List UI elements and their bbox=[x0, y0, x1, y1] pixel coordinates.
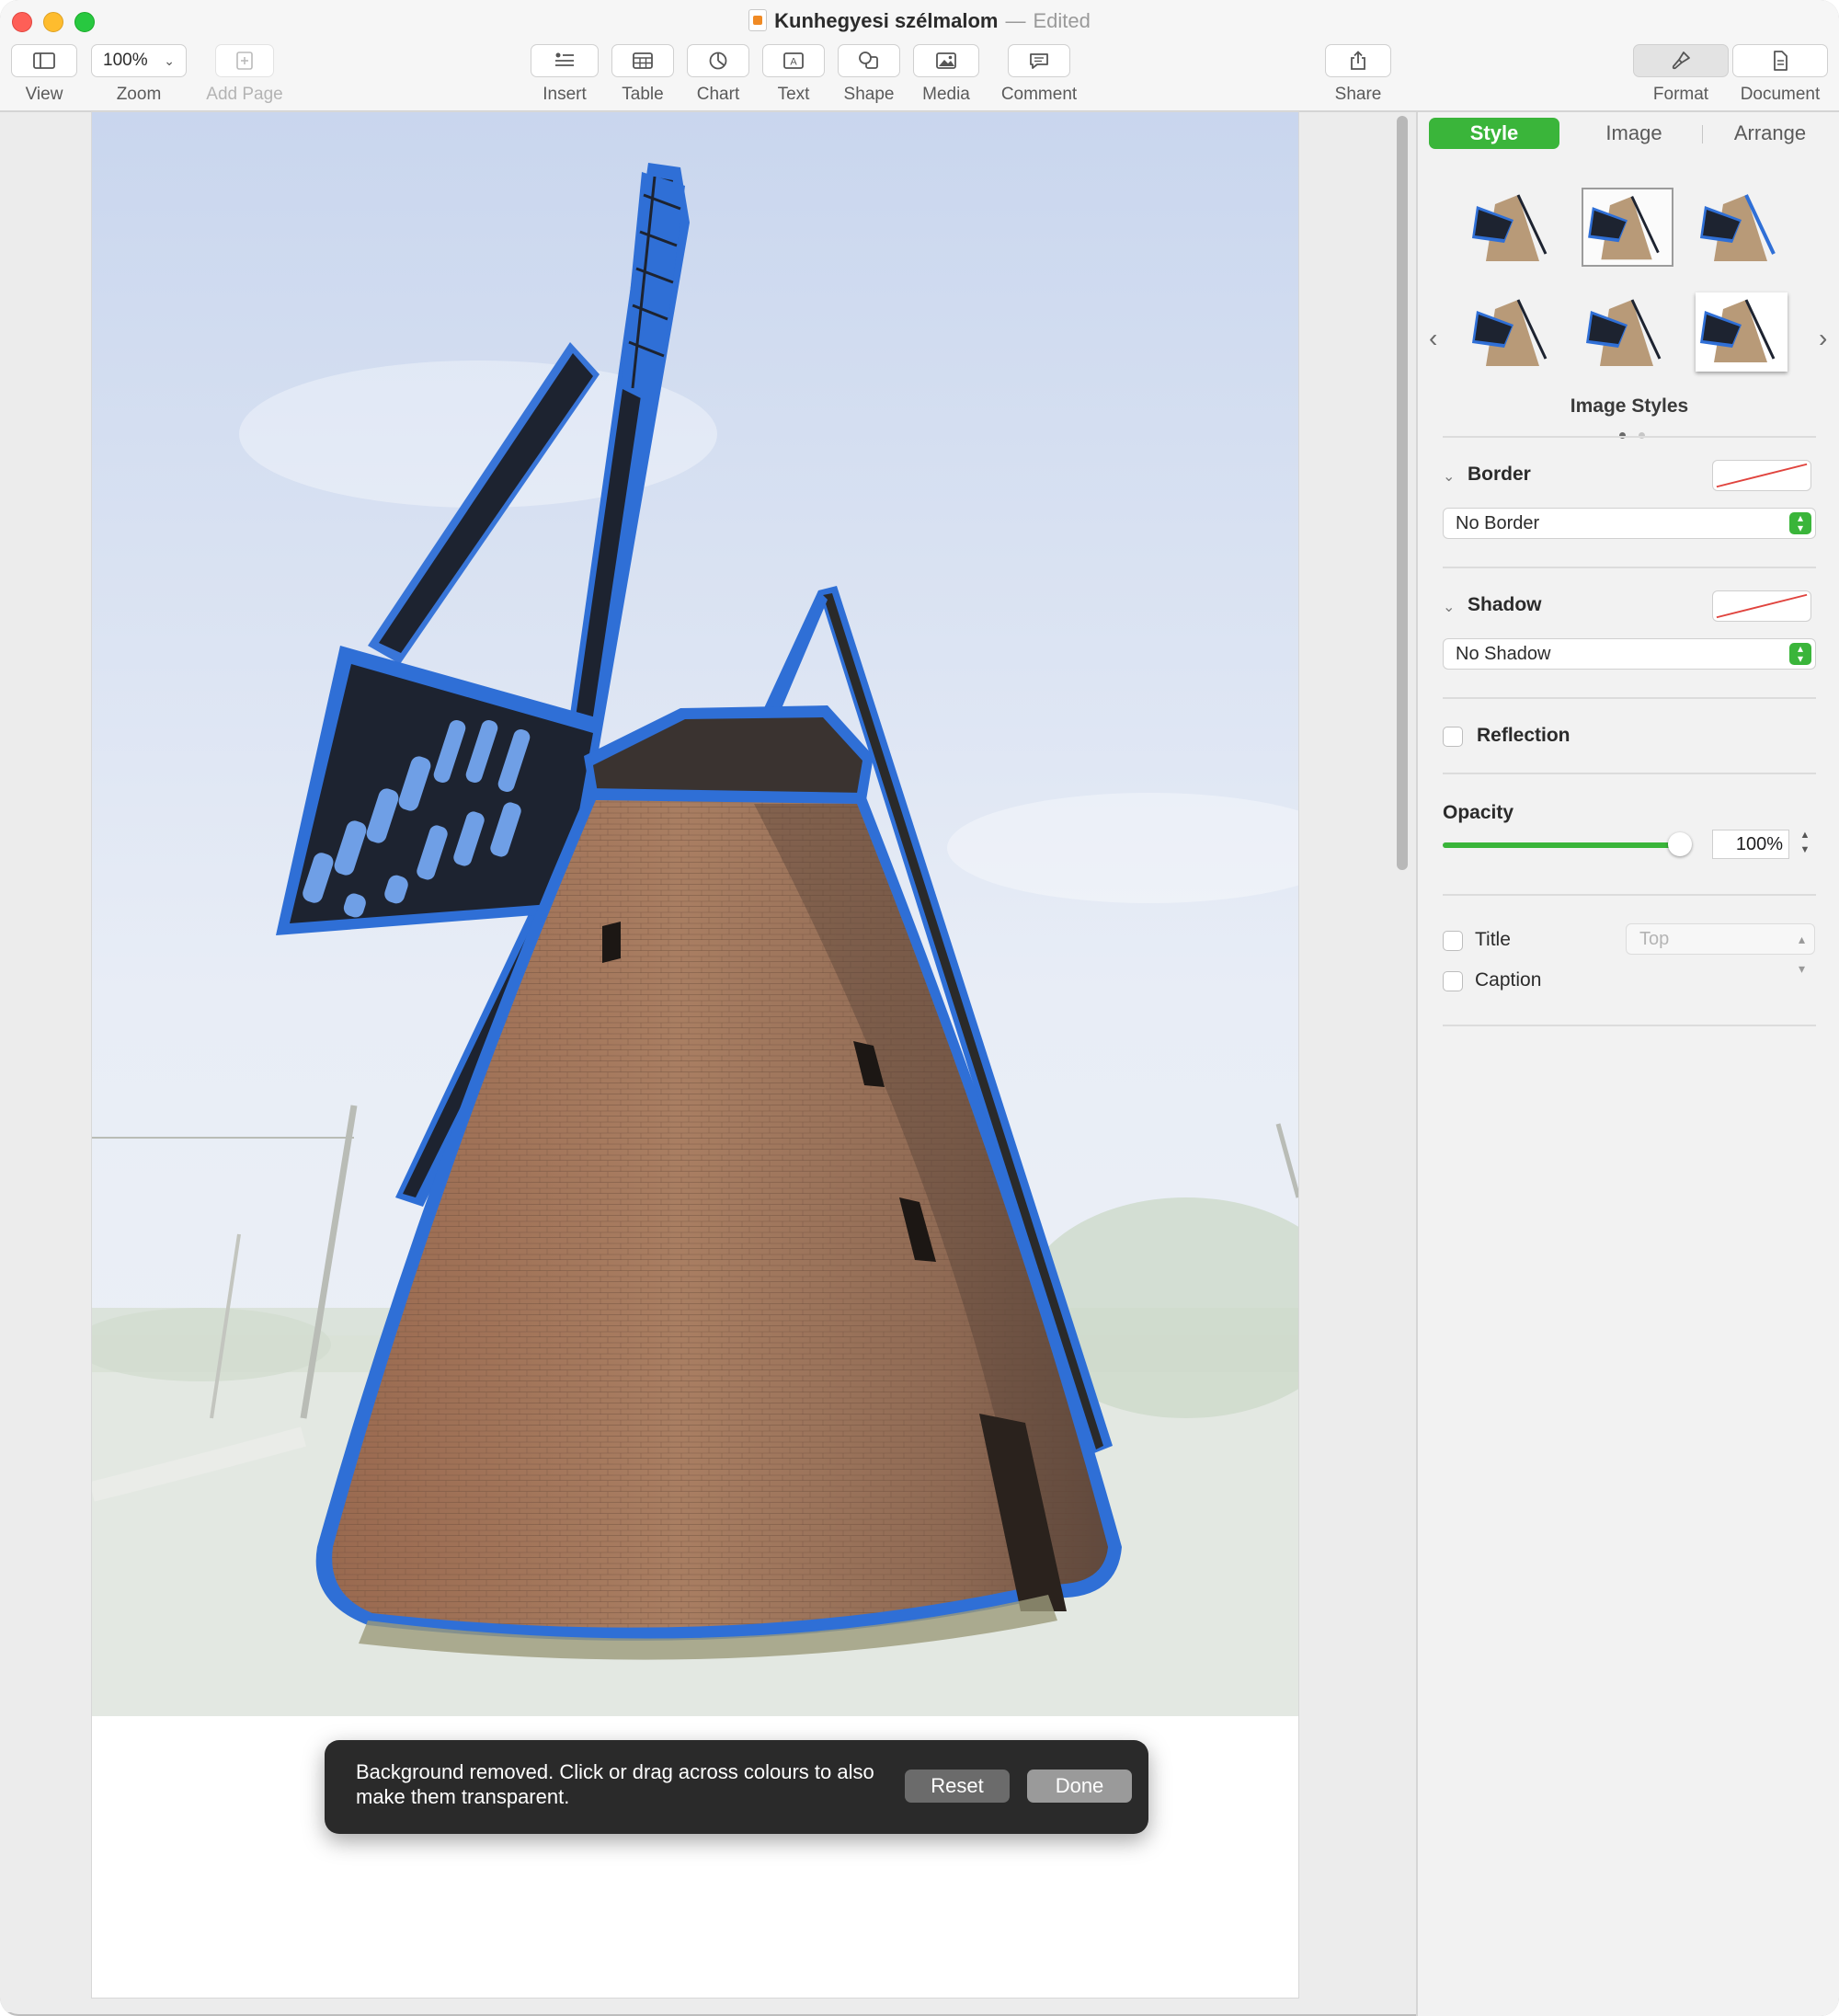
caption-label: Caption bbox=[1475, 969, 1542, 991]
document-proxy-icon[interactable] bbox=[748, 9, 768, 31]
image-styles-grid: ‹ › Image Styles bbox=[1418, 177, 1839, 489]
text-box-icon: A bbox=[783, 52, 804, 69]
shadow-color-well[interactable] bbox=[1712, 590, 1811, 622]
up-down-arrows-icon: ▴ ▾ bbox=[1798, 932, 1805, 976]
up-down-arrows-icon: ▴ ▾ bbox=[1789, 643, 1811, 665]
opacity-slider-fill bbox=[1443, 842, 1680, 848]
shape-icon bbox=[859, 52, 878, 69]
tab-arrange[interactable]: Arrange bbox=[1705, 118, 1835, 149]
table-icon bbox=[633, 52, 653, 69]
image-style-2[interactable] bbox=[1582, 188, 1673, 267]
image-style-4[interactable] bbox=[1468, 292, 1559, 372]
view-label: View bbox=[25, 85, 63, 104]
image-styles-label: Image Styles bbox=[1570, 395, 1689, 417]
svg-text:A: A bbox=[790, 57, 797, 68]
format-label: Format bbox=[1652, 85, 1709, 104]
media-button[interactable] bbox=[913, 44, 979, 77]
toolbar: Kunhegyesi szélmalom — Edited View 100% ⌄ Z… bbox=[0, 0, 1839, 112]
chevron-down-icon[interactable]: ⌄ bbox=[1443, 598, 1455, 616]
edited-status: Edited bbox=[1033, 9, 1091, 32]
toast-message: Background removed. Click or drag across… bbox=[356, 1760, 874, 1808]
chevron-down-icon[interactable]: ⌄ bbox=[1443, 467, 1455, 486]
title-label: Title bbox=[1475, 929, 1511, 950]
document-canvas[interactable]: Background removed. Click or drag across… bbox=[0, 112, 1414, 2012]
image-style-3[interactable] bbox=[1696, 188, 1788, 267]
photo-icon bbox=[936, 52, 956, 69]
pages-window: Kunhegyesi szélmalom — Edited View 100% ⌄ Z… bbox=[0, 0, 1839, 2016]
reset-button[interactable]: Reset bbox=[905, 1770, 1010, 1803]
sidebar-icon bbox=[33, 52, 55, 69]
shape-button[interactable] bbox=[838, 44, 900, 77]
tab-style[interactable]: Style bbox=[1429, 118, 1559, 149]
zoom-popup[interactable]: 100% ⌄ bbox=[91, 44, 187, 77]
document-button[interactable] bbox=[1732, 44, 1828, 77]
windmill-thumbnail-icon bbox=[1586, 299, 1662, 366]
zoom-label: Zoom bbox=[116, 85, 162, 104]
tab-image[interactable]: Image bbox=[1569, 118, 1699, 149]
view-button[interactable] bbox=[11, 44, 77, 77]
text-button[interactable]: A bbox=[762, 44, 825, 77]
add-page-label: Add Page bbox=[206, 85, 283, 104]
share-button[interactable] bbox=[1325, 44, 1391, 77]
windmill-thumbnail-icon bbox=[1472, 299, 1548, 366]
paintbrush-icon bbox=[1672, 52, 1690, 70]
windmill-image[interactable] bbox=[92, 112, 1298, 1716]
border-style-popup[interactable]: No Border ▴ ▾ bbox=[1443, 508, 1816, 539]
reflection-label: Reflection bbox=[1477, 725, 1571, 746]
format-button[interactable] bbox=[1633, 44, 1729, 77]
caption-checkbox[interactable] bbox=[1443, 971, 1463, 991]
table-button[interactable] bbox=[611, 44, 674, 77]
list-insert-icon bbox=[555, 52, 574, 66]
share-label: Share bbox=[1334, 85, 1382, 104]
windmill-thumbnail-icon bbox=[1700, 194, 1776, 261]
document-label: Document bbox=[1740, 85, 1821, 104]
image-style-6[interactable] bbox=[1696, 292, 1788, 372]
title-checkbox[interactable] bbox=[1443, 931, 1463, 951]
pie-chart-icon bbox=[709, 52, 727, 70]
title-position-popup[interactable]: Top ▴ ▾ bbox=[1626, 923, 1815, 976]
plus-square-icon bbox=[236, 52, 253, 70]
share-icon bbox=[1351, 51, 1365, 70]
media-label: Media bbox=[922, 85, 970, 104]
no-color-icon bbox=[1716, 463, 1808, 488]
chevron-left-icon[interactable]: ‹ bbox=[1429, 324, 1437, 353]
background-removed-toast: Background removed. Click or drag across… bbox=[325, 1740, 1148, 1834]
opacity-field[interactable]: 100% bbox=[1712, 830, 1789, 859]
chevron-right-icon[interactable]: › bbox=[1819, 324, 1827, 353]
vertical-scrollbar-thumb[interactable] bbox=[1397, 116, 1408, 870]
up-down-arrows-icon: ▴ ▾ bbox=[1789, 512, 1811, 534]
shadow-label[interactable]: Shadow bbox=[1468, 594, 1542, 616]
windmill-photo-illustration bbox=[92, 112, 1298, 1716]
border-label[interactable]: Border bbox=[1468, 464, 1531, 486]
opacity-slider-knob[interactable] bbox=[1668, 832, 1692, 856]
border-color-well[interactable] bbox=[1712, 460, 1811, 491]
windmill-thumbnail-icon bbox=[1472, 194, 1548, 261]
chart-button[interactable] bbox=[687, 44, 749, 77]
image-style-5[interactable] bbox=[1582, 292, 1673, 372]
reflection-checkbox[interactable] bbox=[1443, 727, 1463, 747]
format-inspector: Style Image Arrange ‹ › Image Styles ⌄ B… bbox=[1416, 112, 1839, 2016]
page-indicator[interactable] bbox=[1613, 427, 1651, 443]
comment-button[interactable] bbox=[1008, 44, 1070, 77]
no-color-icon bbox=[1716, 593, 1808, 619]
document-name: Kunhegyesi szélmalom bbox=[774, 9, 999, 32]
inspector-tabs: Style Image Arrange bbox=[1423, 118, 1833, 149]
image-style-1[interactable] bbox=[1468, 188, 1559, 267]
opacity-stepper[interactable]: ▲ ▼ bbox=[1797, 828, 1813, 861]
windmill-thumbnail-icon bbox=[1588, 196, 1660, 260]
insert-button[interactable] bbox=[531, 44, 599, 77]
speech-bubble-icon bbox=[1030, 53, 1048, 69]
document-icon bbox=[1774, 51, 1788, 71]
window-title: Kunhegyesi szélmalom — Edited bbox=[0, 7, 1839, 35]
comment-label: Comment bbox=[1000, 85, 1078, 104]
chevron-down-icon: ⌄ bbox=[164, 52, 175, 68]
add-page-button[interactable] bbox=[215, 44, 274, 77]
done-button[interactable]: Done bbox=[1027, 1770, 1132, 1803]
opacity-label: Opacity bbox=[1443, 802, 1514, 823]
document-page[interactable] bbox=[92, 112, 1298, 1998]
shadow-style-popup[interactable]: No Shadow ▴ ▾ bbox=[1443, 638, 1816, 670]
opacity-slider[interactable] bbox=[1443, 832, 1692, 856]
windmill-thumbnail-icon bbox=[1700, 299, 1776, 362]
